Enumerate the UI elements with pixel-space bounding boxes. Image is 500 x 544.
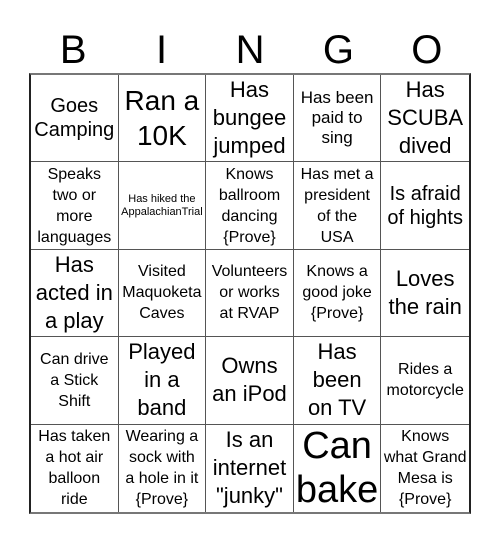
- bingo-cell-r1-c4[interactable]: Has been paid to sing: [293, 75, 382, 163]
- bingo-cell-r1-c1[interactable]: Goes Camping: [31, 75, 119, 163]
- bingo-cell-text: Knows a good joke {Prove}: [302, 263, 372, 323]
- bingo-cell-r3-c5[interactable]: Loves the rain: [381, 250, 469, 338]
- bingo-cell-r5-c2[interactable]: Wearing a sock with a hole in it {Prove}: [119, 424, 207, 512]
- bingo-cell-text: Wearing a sock with a hole in it {Prove}: [125, 428, 199, 509]
- bingo-cell-r3-c4[interactable]: Knows a good joke {Prove}: [293, 249, 382, 338]
- bingo-cell-r3-c1[interactable]: Has acted in a play: [31, 249, 119, 338]
- bingo-cell-r4-c3[interactable]: Owns an iPod: [206, 337, 294, 425]
- bingo-cell-text: Knows what Grand Mesa is {Prove}: [383, 428, 467, 509]
- header-letter-i: I: [156, 28, 168, 72]
- bingo-cell-text: Speaks two or more languages: [37, 165, 112, 246]
- bingo-cell-r5-c4[interactable]: Can bake: [294, 424, 382, 512]
- bingo-cell-r2-c2[interactable]: Has hiked the AppalachianTrial: [118, 162, 207, 250]
- bingo-cell-text: Knows ballroom dancing {Prove}: [218, 165, 281, 246]
- bingo-cell-text: Rides a motorcycle: [386, 361, 464, 400]
- bingo-cell-r2-c5[interactable]: Is afraid of hights: [381, 162, 469, 250]
- bingo-cell-r5-c3[interactable]: Is an internet "junky": [206, 424, 294, 512]
- bingo-cell-text: Has hiked the AppalachianTrial: [121, 192, 203, 218]
- bingo-cell-r1-c2[interactable]: Ran a 10K: [118, 75, 207, 163]
- bingo-cell-r4-c5[interactable]: Rides a motorcycle: [381, 337, 469, 425]
- bingo-cell-r1-c5[interactable]: Has SCUBA dived: [381, 75, 469, 163]
- bingo-cell-r5-c1[interactable]: Has taken a hot air balloon ride: [31, 424, 119, 512]
- bingo-cell-r3-c2[interactable]: Visited Maquoketa Caves: [118, 249, 207, 338]
- bingo-cell-text: Has been paid to sing: [300, 88, 374, 148]
- bingo-cell-text: Loves the rain: [388, 265, 462, 319]
- bingo-cell-r5-c5[interactable]: Knows what Grand Mesa is {Prove}: [381, 425, 469, 512]
- bingo-cell-text: Played in a band: [128, 339, 196, 421]
- bingo-cell-text: Ran a 10K: [124, 85, 200, 152]
- header-letter-g: G: [322, 28, 354, 72]
- bingo-cell-r2-c3[interactable]: Knows ballroom dancing {Prove}: [206, 162, 294, 250]
- bingo-cell-text: Has been on TV: [307, 339, 367, 421]
- bingo-cell-text: Can bake: [295, 425, 379, 512]
- bingo-cell-r1-c3[interactable]: Has bungee jumped: [206, 75, 294, 163]
- bingo-grid: Goes Camping Ran a 10K Has bungee jumped Ha…: [29, 73, 471, 514]
- bingo-cell-r3-c3[interactable]: Volunteers or works at RVAP: [206, 249, 294, 338]
- bingo-cell-text: Is an internet "junky": [212, 427, 287, 509]
- bingo-cell-r2-c1[interactable]: Speaks two or more languages: [31, 162, 119, 250]
- bingo-cell-text: Can drive a Stick Shift: [40, 350, 109, 410]
- bingo-cell-text: Volunteers or works at RVAP: [211, 263, 288, 323]
- bingo-cell-r4-c2[interactable]: Played in a band: [118, 337, 207, 425]
- header-letter-b: B: [59, 28, 87, 72]
- header-letter-n: N: [235, 28, 265, 72]
- bingo-cell-r4-c1[interactable]: Can drive a Stick Shift: [31, 337, 119, 425]
- bingo-cell-text: Has SCUBA dived: [387, 77, 464, 159]
- header-letter-o: O: [411, 28, 443, 72]
- bingo-cell-text: Has acted in a play: [35, 251, 113, 333]
- bingo-cell-text: Is afraid of hights: [387, 182, 463, 229]
- bingo-cell-text: Has taken a hot air balloon ride: [38, 428, 111, 509]
- bingo-header: B I N G O: [29, 28, 471, 72]
- bingo-cell-text: Visited Maquoketa Caves: [122, 263, 202, 323]
- bingo-cell-text: Has met a president of the USA: [300, 165, 374, 246]
- bingo-cell-text: Owns an iPod: [212, 353, 287, 407]
- bingo-cell-r4-c4[interactable]: Has been on TV: [293, 337, 382, 425]
- bingo-cell-r2-c4[interactable]: Has met a president of the USA: [293, 162, 382, 250]
- bingo-cell-text: Has bungee jumped: [212, 77, 287, 159]
- bingo-cell-text: Goes Camping: [34, 95, 115, 142]
